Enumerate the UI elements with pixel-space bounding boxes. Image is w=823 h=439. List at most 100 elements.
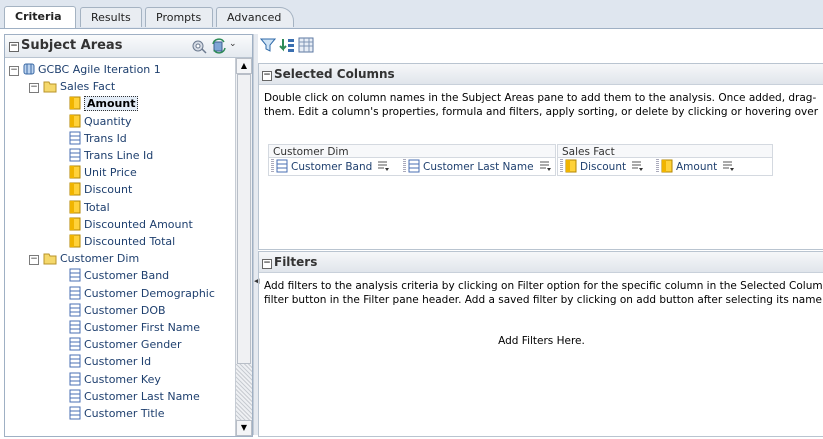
tree-node[interactable]: Customer Key — [69, 371, 161, 388]
tree-node[interactable]: Discount — [69, 181, 132, 198]
selected-column-amount[interactable]: Amount — [656, 159, 735, 175]
scroll-thumb[interactable] — [237, 74, 251, 364]
tree-node[interactable]: Quantity — [69, 113, 132, 130]
column-group-header: Customer Dim — [268, 144, 556, 158]
tree-node-label: Quantity — [84, 114, 132, 128]
tab-label: Advanced — [227, 11, 282, 24]
tab-label: Prompts — [156, 11, 202, 24]
tree-node-label: Sales Fact — [60, 80, 116, 94]
tree-node-label: GCBC Agile Iteration 1 — [38, 63, 161, 76]
tree-node[interactable]: Customer Id — [69, 353, 151, 370]
collapse-icon[interactable]: − — [9, 42, 19, 52]
tree-node[interactable]: Customer Last Name — [69, 388, 200, 405]
selected-column-discount[interactable]: Discount — [560, 159, 644, 175]
add-filters-drop-zone[interactable]: Add Filters Here. — [259, 335, 823, 347]
tree-node-label: Unit Price — [84, 166, 137, 180]
attribute-column-icon — [69, 372, 81, 386]
attribute-column-icon — [276, 159, 288, 173]
tree-node[interactable]: − Sales Fact — [29, 78, 115, 95]
subject-areas-title: − Subject Areas — [9, 38, 122, 53]
tree-node[interactable]: Customer Band — [69, 267, 169, 284]
scroll-track[interactable] — [236, 364, 252, 420]
tree-node[interactable]: Unit Price — [69, 164, 137, 181]
tree-node-label: Customer Key — [84, 372, 161, 386]
tab-criteria[interactable]: Criteria — [4, 6, 76, 28]
chevron-down-icon[interactable]: ⌄ — [229, 39, 237, 49]
tab-bar: Criteria Results Prompts Advanced — [0, 0, 823, 29]
tree-node-label: Discounted Total — [84, 235, 176, 248]
attribute-column-icon — [69, 337, 81, 351]
add-subject-area-icon[interactable] — [191, 38, 207, 54]
tree-node-label: Customer DOB — [84, 303, 166, 317]
measure-column-icon — [69, 234, 81, 248]
scroll-down-icon[interactable]: ▼ — [236, 420, 252, 436]
column-menu-icon[interactable] — [539, 160, 552, 172]
drag-handle[interactable] — [560, 159, 563, 173]
scroll-up-icon[interactable]: ▲ — [236, 58, 252, 74]
tree-node[interactable]: Customer First Name — [69, 319, 200, 336]
drag-handle[interactable] — [271, 159, 274, 173]
collapse-node-icon[interactable]: − — [9, 66, 19, 76]
column-formula-icon[interactable] — [298, 37, 314, 53]
refresh-icon[interactable] — [211, 38, 227, 54]
column-label: Discount — [580, 161, 627, 173]
collapse-icon[interactable]: − — [262, 259, 272, 269]
sort-icon[interactable] — [279, 37, 295, 53]
column-menu-icon[interactable] — [722, 160, 735, 172]
selected-columns-help: Double click on column names in the Subj… — [264, 91, 823, 119]
attribute-column-icon — [69, 406, 81, 420]
attribute-column-icon — [69, 286, 81, 300]
measure-column-icon — [69, 96, 81, 110]
filter-icon[interactable] — [260, 37, 276, 53]
tree-node[interactable]: Trans Id — [69, 130, 127, 147]
tree-scrollbar[interactable]: ▲ ▼ — [235, 58, 252, 436]
tree-node[interactable]: − GCBC Agile Iteration 1 — [9, 61, 161, 78]
drag-handle[interactable] — [656, 159, 659, 173]
tree-node-label: Customer Dim — [60, 252, 140, 266]
tree-node-label: Discount — [84, 183, 133, 197]
tree-node[interactable]: Discounted Amount — [69, 216, 193, 233]
attribute-column-icon — [69, 268, 81, 282]
tree-node-label: Total — [84, 200, 110, 214]
selected-column-customer-band[interactable]: Customer Band — [271, 159, 390, 175]
attribute-column-icon — [69, 148, 81, 162]
tree-node-label: Discounted Amount — [84, 217, 193, 231]
tree-node[interactable]: Customer Gender — [69, 336, 181, 353]
filters-header: − Filters — [259, 252, 823, 273]
selected-column-customer-last-name[interactable]: Customer Last Name — [403, 159, 552, 175]
tree-node[interactable]: Customer DOB — [69, 302, 166, 319]
collapse-node-icon[interactable]: − — [29, 255, 39, 266]
collapse-icon[interactable]: − — [262, 71, 272, 81]
column-label: Amount — [676, 161, 718, 173]
subject-area-tree: − GCBC Agile Iteration 1 − Sales Fact Amount… — [5, 58, 235, 436]
filters-help: Add filters to the analysis criteria by … — [264, 279, 823, 307]
tab-prompts[interactable]: Prompts — [145, 7, 213, 27]
criteria-toolbar — [258, 34, 823, 56]
tree-node[interactable]: Amount — [69, 95, 139, 112]
column-menu-icon[interactable] — [631, 160, 644, 172]
tab-advanced[interactable]: Advanced — [216, 7, 294, 27]
tree-node[interactable]: Customer Title — [69, 405, 165, 422]
subject-areas-pane: − Subject Areas ⌄ − GCBC Agile Iteration 1… — [4, 34, 253, 437]
tree-node-label: Customer Last Name — [84, 389, 200, 403]
tree-node-label: Customer First Name — [84, 321, 201, 334]
collapse-node-icon[interactable]: − — [29, 83, 39, 94]
tree-node[interactable]: Discounted Total — [69, 233, 175, 250]
attribute-column-icon — [69, 389, 81, 403]
tree-node[interactable]: Total — [69, 199, 110, 216]
column-label: Customer Last Name — [423, 161, 534, 173]
help-line: Double click on column names in the Subj… — [264, 92, 817, 104]
attribute-column-icon — [69, 303, 81, 317]
tab-label: Criteria — [15, 10, 62, 23]
tree-node[interactable]: Trans Line Id — [69, 147, 153, 164]
drag-handle[interactable] — [403, 159, 406, 173]
tab-label: Results — [91, 11, 131, 24]
tab-results[interactable]: Results — [80, 7, 142, 27]
subject-areas-header: − Subject Areas ⌄ — [5, 35, 252, 58]
folder-icon — [43, 80, 57, 93]
cube-icon — [23, 63, 35, 76]
column-menu-icon[interactable] — [377, 160, 390, 172]
tree-node[interactable]: Customer Demographic — [69, 285, 215, 302]
measure-column-icon — [69, 165, 81, 179]
tree-node[interactable]: − Customer Dim — [29, 250, 139, 267]
